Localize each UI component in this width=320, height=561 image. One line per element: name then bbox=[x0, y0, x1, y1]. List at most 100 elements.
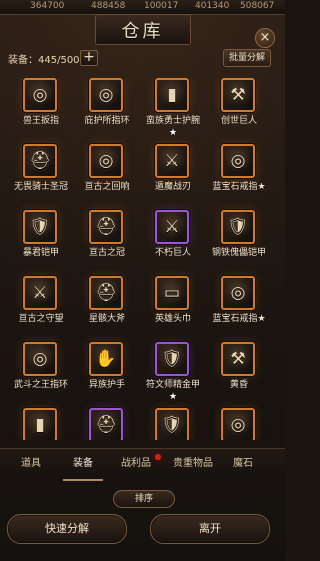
item-glyph: ▮ bbox=[35, 415, 45, 435]
category-tabs: 道具 装备 战利品 贵重物品 魔石 bbox=[0, 448, 285, 481]
item-glyph: ⚔ bbox=[32, 283, 48, 303]
item-glyph: ▭ bbox=[163, 283, 181, 303]
item-glyph: 🛡 bbox=[29, 217, 51, 237]
item-slot[interactable]: ◎ 武斗之王指环 bbox=[8, 342, 74, 404]
tab-valuables[interactable]: 贵重物品 bbox=[166, 449, 220, 479]
item-name: 亘古之守望 bbox=[18, 314, 64, 324]
ring-icon: ◎ bbox=[221, 408, 255, 440]
sword-icon: ⚔ bbox=[23, 276, 57, 310]
ring-icon: ◎ bbox=[221, 144, 255, 178]
tab-magic-stones[interactable]: 魔石 bbox=[226, 449, 260, 479]
item-name: 蓝宝石戒指★ bbox=[212, 314, 266, 324]
item-slot[interactable]: ▮ bbox=[8, 408, 74, 440]
helmet-icon: ⛑ bbox=[89, 408, 123, 440]
top-stat-3: 100017 bbox=[144, 1, 179, 11]
add-capacity-button[interactable]: + bbox=[80, 50, 98, 66]
tab-loot[interactable]: 战利品 bbox=[116, 449, 156, 479]
helmet-icon: ⛑ bbox=[89, 276, 123, 310]
item-slot[interactable]: ◎ 亘古之回响 bbox=[74, 144, 140, 206]
item-glyph: ⚔ bbox=[164, 151, 180, 171]
item-slot[interactable]: ⚔ 不朽巨人 bbox=[140, 210, 206, 272]
capacity-text: 装备：445/500 bbox=[8, 55, 80, 66]
warehouse-window: 364700 488458 100017 401340 508067 仓库 × … bbox=[0, 0, 285, 561]
item-name: 黄昏 bbox=[229, 380, 248, 390]
axe-icon: ⚒ bbox=[221, 78, 255, 112]
item-name: 无畏骑士圣冠 bbox=[13, 182, 68, 192]
item-star: ★ bbox=[168, 128, 178, 138]
capacity-row: 装备：445/500 + 批量分解 bbox=[0, 48, 285, 67]
item-slot[interactable]: ⛑ 亘古之冠 bbox=[74, 210, 140, 272]
item-name: 钢铁傀儡铠甲 bbox=[211, 248, 266, 258]
close-button[interactable]: × bbox=[255, 28, 275, 48]
item-slot[interactable]: ⚔ 遁魔战刃 bbox=[140, 144, 206, 206]
headband-icon: ▭ bbox=[155, 276, 189, 310]
item-star: ★ bbox=[168, 392, 178, 402]
item-slot[interactable]: 🛡 符文师精金甲 ★ bbox=[140, 342, 206, 404]
armor-icon: 🛡 bbox=[23, 210, 57, 244]
item-glyph: ▮ bbox=[167, 85, 177, 105]
item-glyph: 🛡 bbox=[161, 415, 183, 435]
helmet-icon: ⛑ bbox=[89, 210, 123, 244]
item-name: 亘古之回响 bbox=[84, 182, 130, 192]
sword-icon: ⚔ bbox=[155, 144, 189, 178]
item-name: 亘古之冠 bbox=[88, 248, 125, 258]
top-stat-5: 508067 bbox=[240, 1, 275, 11]
item-glyph: ◎ bbox=[230, 151, 246, 171]
item-slot[interactable]: ⛑ 无畏骑士圣冠 bbox=[8, 144, 74, 206]
item-glyph: ⚔ bbox=[164, 217, 180, 237]
ring-icon: ◎ bbox=[89, 144, 123, 178]
item-glyph: ◎ bbox=[32, 349, 48, 369]
batch-decompose-button[interactable]: 批量分解 bbox=[223, 49, 271, 67]
armor-icon: 🛡 bbox=[155, 408, 189, 440]
gauntlet-icon: ✋ bbox=[89, 342, 123, 376]
item-slot[interactable]: ✋ 异族护手 bbox=[74, 342, 140, 404]
item-slot[interactable]: ◎ 蓝宝石戒指★ bbox=[206, 144, 272, 206]
item-name: 蛮族勇士护腕 bbox=[145, 116, 200, 126]
item-name: 符文师精金甲 bbox=[145, 380, 200, 390]
item-slot[interactable]: ⛑ 星骸大斧 bbox=[74, 276, 140, 338]
item-slot[interactable]: 🛡 bbox=[140, 408, 206, 440]
item-glyph: ◎ bbox=[98, 151, 114, 171]
tab-equipment[interactable]: 装备 bbox=[63, 449, 103, 481]
item-name: 星骸大斧 bbox=[88, 314, 125, 324]
item-name: 创世巨人 bbox=[220, 116, 257, 126]
ring-icon: ◎ bbox=[89, 78, 123, 112]
top-stat-2: 488458 bbox=[91, 1, 126, 11]
item-name: 庇护所指环 bbox=[84, 116, 130, 126]
item-slot[interactable]: ⚔ 亘古之守望 bbox=[8, 276, 74, 338]
leave-button[interactable]: 离开 bbox=[150, 514, 270, 544]
top-stat-4: 401340 bbox=[195, 1, 230, 11]
item-slot[interactable]: ◎ 蓝宝石戒指★ bbox=[206, 276, 272, 338]
item-glyph: ⛑ bbox=[95, 217, 117, 237]
armor-icon: 🛡 bbox=[221, 210, 255, 244]
item-glyph: ⛑ bbox=[95, 283, 117, 303]
page-title: 仓库 bbox=[94, 14, 191, 45]
item-name: 不朽巨人 bbox=[154, 248, 191, 258]
ring-icon: ◎ bbox=[23, 342, 57, 376]
item-glyph: ⚒ bbox=[230, 85, 246, 105]
item-glyph: ◎ bbox=[98, 85, 114, 105]
item-name: 兽王扳指 bbox=[22, 116, 59, 126]
item-slot[interactable]: ◎ 兽王扳指 bbox=[8, 78, 74, 140]
item-slot[interactable]: ⚒ 创世巨人 bbox=[206, 78, 272, 140]
item-grid: ◎ 兽王扳指 ◎ 庇护所指环 ▮ 蛮族勇士护腕 ★ ⚒ 创世巨人 ⛑ 无畏骑士圣冠 ◎ 亘古之回响 ⚔ 遁魔… bbox=[8, 78, 278, 440]
item-glyph: ⚒ bbox=[230, 349, 246, 369]
quick-decompose-button[interactable]: 快速分解 bbox=[7, 514, 127, 544]
item-slot[interactable]: ◎ bbox=[206, 408, 272, 440]
item-slot[interactable]: 🛡 钢铁傀儡铠甲 bbox=[206, 210, 272, 272]
item-slot[interactable]: ▮ 蛮族勇士护腕 ★ bbox=[140, 78, 206, 140]
item-slot[interactable]: ⚒ 黄昏 bbox=[206, 342, 272, 404]
item-slot[interactable]: ⛑ bbox=[74, 408, 140, 440]
tab-items[interactable]: 道具 bbox=[14, 449, 48, 479]
item-glyph: ⛑ bbox=[95, 415, 117, 435]
item-glyph: ◎ bbox=[32, 85, 48, 105]
top-stat-1: 364700 bbox=[30, 1, 65, 11]
sort-button[interactable]: 排序 bbox=[113, 490, 175, 508]
item-slot[interactable]: ◎ 庇护所指环 bbox=[74, 78, 140, 140]
item-glyph: 🛡 bbox=[161, 349, 183, 369]
item-name: 武斗之王指环 bbox=[13, 380, 68, 390]
item-slot[interactable]: 🛡 暴君铠甲 bbox=[8, 210, 74, 272]
item-glyph: ◎ bbox=[230, 283, 246, 303]
bracer-icon: ▮ bbox=[23, 408, 57, 440]
item-slot[interactable]: ▭ 英雄头巾 bbox=[140, 276, 206, 338]
